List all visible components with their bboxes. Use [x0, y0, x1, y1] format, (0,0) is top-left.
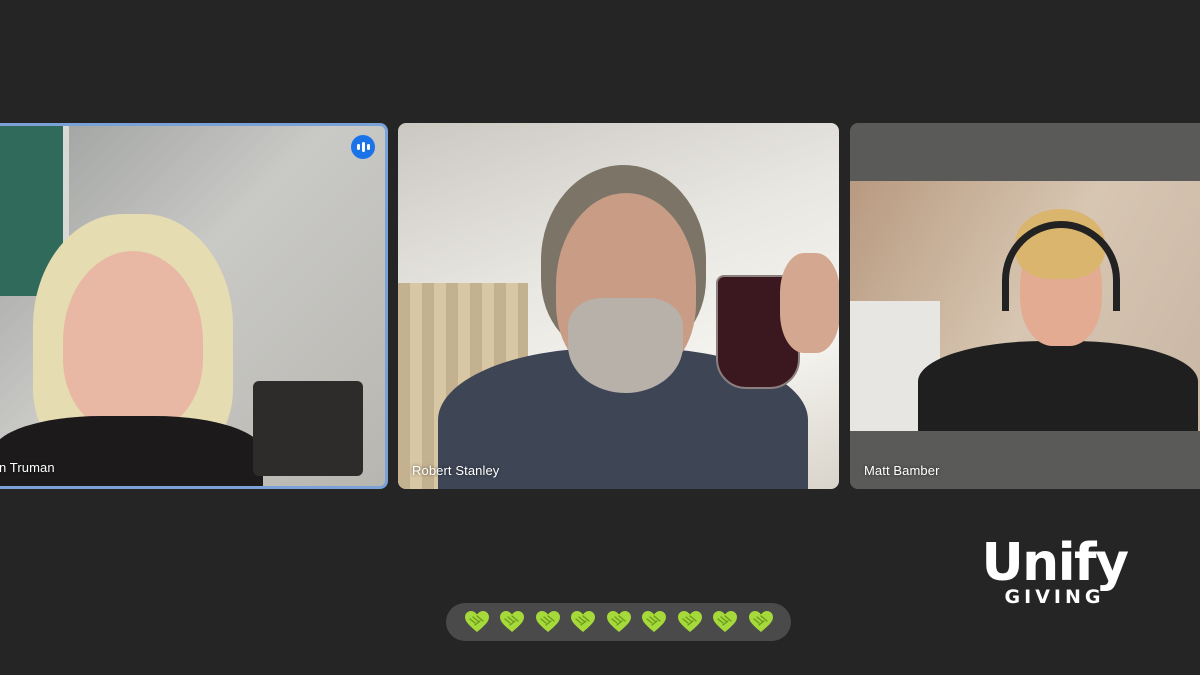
green-heart-handshake-icon[interactable]	[499, 610, 525, 634]
audio-wave-icon	[351, 135, 375, 159]
green-heart-handshake-icon[interactable]	[677, 610, 703, 634]
green-heart-handshake-icon[interactable]	[606, 610, 632, 634]
participant-1-body	[0, 416, 263, 486]
participant-2-hand	[780, 253, 839, 353]
tile-bottom-bar	[850, 431, 1200, 489]
participant-tile-3[interactable]: Matt Bamber	[850, 123, 1200, 489]
green-heart-handshake-icon[interactable]	[748, 610, 774, 634]
logo-wordmark: Unify	[981, 533, 1129, 593]
green-heart-handshake-icon[interactable]	[641, 610, 667, 634]
reaction-bar[interactable]	[446, 603, 791, 641]
participant-1-face	[63, 251, 203, 431]
green-heart-handshake-icon[interactable]	[570, 610, 596, 634]
participant-tile-2[interactable]: Robert Stanley	[398, 123, 839, 489]
participant-name-label: n Truman	[0, 460, 55, 475]
green-heart-handshake-icon[interactable]	[464, 610, 490, 634]
green-heart-handshake-icon[interactable]	[535, 610, 561, 634]
participant-tile-1[interactable]: n Truman	[0, 123, 388, 489]
participant-2-beard	[568, 298, 683, 393]
brand-logo: Unify GIVING	[972, 534, 1137, 608]
participant-3-video	[850, 181, 1200, 431]
participant-name-label: Robert Stanley	[412, 463, 500, 478]
participant-name-label: Matt Bamber	[864, 463, 940, 478]
participant-3-body	[918, 341, 1198, 431]
background-object	[253, 381, 363, 476]
green-heart-handshake-icon[interactable]	[712, 610, 738, 634]
video-call-stage: n Truman Robert Stanley Matt Bamber Unif…	[0, 0, 1200, 675]
